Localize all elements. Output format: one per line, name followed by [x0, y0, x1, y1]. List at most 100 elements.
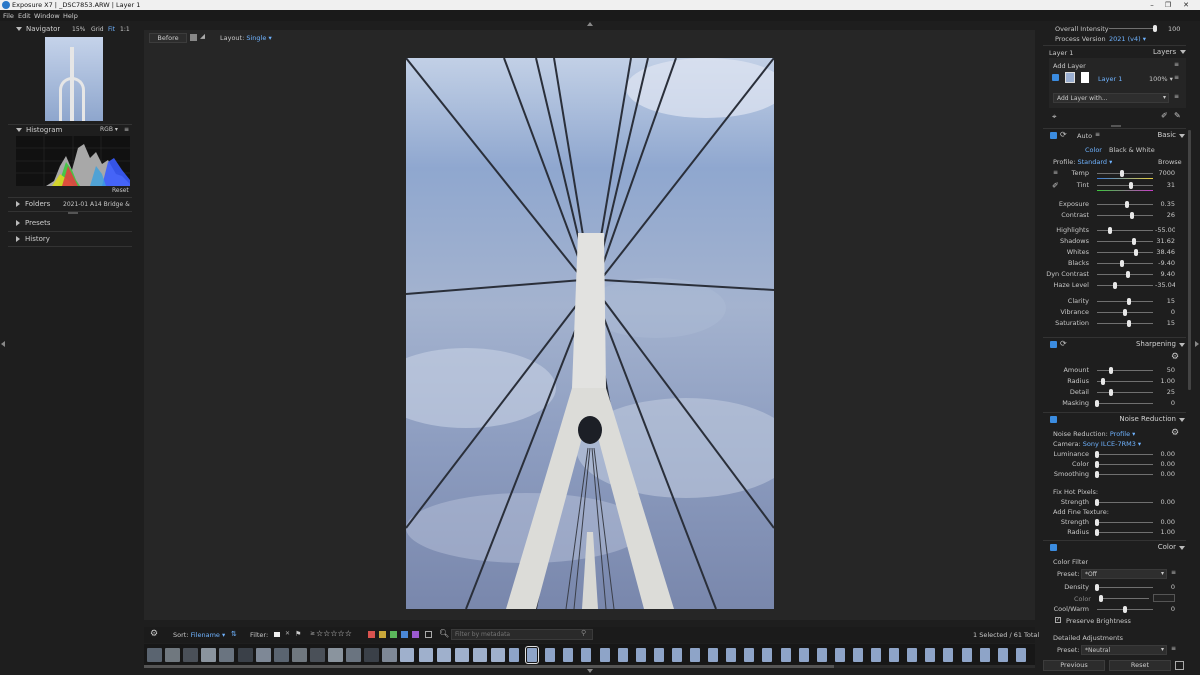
dyn-contrast-slider[interactable] [1097, 270, 1153, 279]
saturation-slider-knob[interactable] [1127, 320, 1132, 327]
histogram-mode-dropdown[interactable]: RGB ▾ [100, 126, 118, 133]
sharpening-reset-icon[interactable]: ⟳ [1060, 339, 1067, 348]
shadows-slider[interactable] [1097, 237, 1153, 246]
filmstrip-thumbnail[interactable] [780, 648, 791, 662]
filmstrip-thumbnail[interactable] [690, 648, 700, 662]
layer-menu-icon[interactable]: ≡ [1174, 74, 1179, 81]
reject-filter-icon[interactable]: ✕ [285, 630, 290, 637]
basic-panel-header[interactable]: ⟳ Auto ≡ Basic [1043, 130, 1186, 141]
navigator-thumbnail[interactable] [45, 37, 103, 121]
layer-thumbnail[interactable] [1065, 72, 1075, 83]
crop-icon[interactable]: ⌖ [1052, 112, 1057, 122]
history-header[interactable]: History [16, 235, 50, 243]
flag-filter-icon[interactable] [274, 632, 280, 637]
sharpen-radius-slider-knob[interactable] [1100, 378, 1105, 385]
blacks-slider[interactable] [1097, 259, 1153, 268]
nr-settings-icon[interactable]: ⚙ [1171, 428, 1179, 438]
close-icon[interactable]: ✕ [1178, 0, 1194, 10]
add-layer-menu-icon[interactable]: ≡ [1174, 93, 1179, 100]
collapse-top-icon[interactable] [587, 22, 593, 26]
comment-filter-icon[interactable]: ⚑ [295, 630, 301, 638]
grid-button[interactable]: Grid [91, 26, 104, 33]
filmstrip-thumbnail[interactable] [328, 648, 343, 662]
bw-mode-tab[interactable]: Black & White [1109, 146, 1155, 154]
layers-header[interactable]: Layers [1153, 48, 1190, 56]
filmstrip-thumbnail[interactable] [635, 648, 646, 662]
filmstrip-thumbnail[interactable] [183, 648, 199, 662]
filmstrip-thumbnail[interactable] [490, 648, 505, 662]
exposure-slider[interactable] [1097, 200, 1153, 209]
reset-button[interactable]: Reset [1109, 660, 1171, 671]
temp-slider[interactable] [1097, 169, 1153, 178]
navigator-header[interactable]: Navigator [16, 25, 60, 33]
hot-pixel-strength-slider-knob[interactable] [1095, 499, 1099, 506]
color-preset-dropdown[interactable]: *Off ▾ [1081, 569, 1167, 579]
filmstrip-thumbnail[interactable] [816, 648, 827, 662]
compare-toggle-icon[interactable]: ◢ [200, 32, 205, 40]
maximize-icon[interactable]: ❐ [1160, 0, 1176, 10]
process-version-dropdown[interactable]: 2021 (v4) ▾ [1109, 35, 1146, 43]
basic-menu-icon[interactable]: ≡ [1095, 131, 1100, 138]
masking-slider-knob[interactable] [1095, 400, 1099, 407]
hot-pixel-strength-slider[interactable] [1095, 498, 1153, 507]
color-label-swatch[interactable] [412, 631, 419, 638]
sharpening-panel-header[interactable]: ⟳ Sharpening [1043, 339, 1186, 350]
filmstrip-thumbnail[interactable] [798, 648, 809, 662]
filmstrip-thumbnail[interactable] [726, 648, 737, 662]
filmstrip-thumbnail[interactable] [525, 646, 540, 664]
color-label-swatch[interactable] [390, 631, 397, 638]
filmstrip-thumbnail[interactable] [273, 648, 289, 662]
brush-icon[interactable]: ✎ [1174, 111, 1181, 120]
profile-dropdown[interactable]: Profile: Standard ▾ [1053, 158, 1112, 166]
filmstrip-thumbnail[interactable] [943, 648, 954, 662]
sort-dropdown[interactable]: Sort: Filename ▾ [173, 631, 225, 639]
filmstrip-thumbnail[interactable] [382, 648, 398, 662]
cool-warm-slider[interactable] [1097, 605, 1153, 614]
nr-color-slider[interactable] [1095, 460, 1153, 469]
star-rating-filter[interactable]: ☆☆☆☆☆ [316, 629, 352, 638]
metadata-search-icon[interactable]: 🔍︎ [439, 629, 449, 638]
filmstrip-thumbnail[interactable] [400, 648, 415, 662]
minimize-icon[interactable]: – [1144, 0, 1160, 10]
shadows-slider-knob[interactable] [1131, 238, 1136, 245]
camera-dropdown[interactable]: Camera: Sony ILCE-7RM3 ▾ [1053, 440, 1141, 448]
basic-enable-toggle[interactable] [1050, 132, 1057, 139]
layer-label[interactable]: Layer 1 [1098, 75, 1122, 83]
filter-color-slider[interactable] [1099, 594, 1149, 603]
menu-file[interactable]: File [3, 12, 14, 20]
filmstrip-thumbnail[interactable] [708, 648, 719, 662]
filmstrip-thumbnail[interactable] [346, 648, 362, 662]
amount-slider[interactable] [1097, 366, 1153, 375]
settings-gear-icon[interactable]: ⚙ [150, 629, 158, 639]
detail-slider-knob[interactable] [1109, 389, 1113, 396]
filmstrip-thumbnail[interactable] [545, 648, 556, 662]
compare-split-icon[interactable] [190, 34, 197, 41]
panel-resize-handle[interactable] [1111, 125, 1121, 127]
auto-button[interactable]: Auto [1077, 132, 1092, 140]
layer-visibility-toggle[interactable] [1052, 74, 1059, 81]
no-color-filter[interactable] [425, 631, 432, 638]
layer-opacity-dropdown[interactable]: 100% ▾ [1149, 75, 1173, 83]
filmstrip-thumbnail[interactable] [907, 648, 918, 662]
filmstrip-thumbnail[interactable] [255, 648, 271, 662]
filmstrip-thumbnail[interactable] [762, 648, 773, 662]
filmstrip-thumbnail[interactable] [834, 648, 845, 662]
filmstrip-thumbnail[interactable] [147, 648, 162, 662]
sharpening-settings-icon[interactable]: ⚙ [1171, 352, 1179, 362]
color-panel-header[interactable]: Color [1043, 542, 1186, 553]
filmstrip-thumbnail[interactable] [599, 648, 610, 662]
saturation-slider[interactable] [1097, 319, 1153, 328]
fit-button[interactable]: Fit [108, 26, 115, 33]
noise-enable-toggle[interactable] [1050, 416, 1057, 423]
menu-help[interactable]: Help [63, 12, 78, 20]
highlights-slider-knob[interactable] [1107, 227, 1112, 234]
color-label-swatch[interactable] [368, 631, 375, 638]
haze-level-slider[interactable] [1097, 281, 1153, 290]
color-mode-tab[interactable]: Color [1085, 146, 1102, 154]
luminance-slider-knob[interactable] [1095, 451, 1099, 458]
clarity-slider-knob[interactable] [1127, 298, 1132, 305]
tint-slider-knob[interactable] [1128, 182, 1133, 189]
whites-slider[interactable] [1097, 248, 1153, 257]
color-label-swatch[interactable] [401, 631, 408, 638]
filmstrip-thumbnail[interactable] [744, 648, 755, 662]
